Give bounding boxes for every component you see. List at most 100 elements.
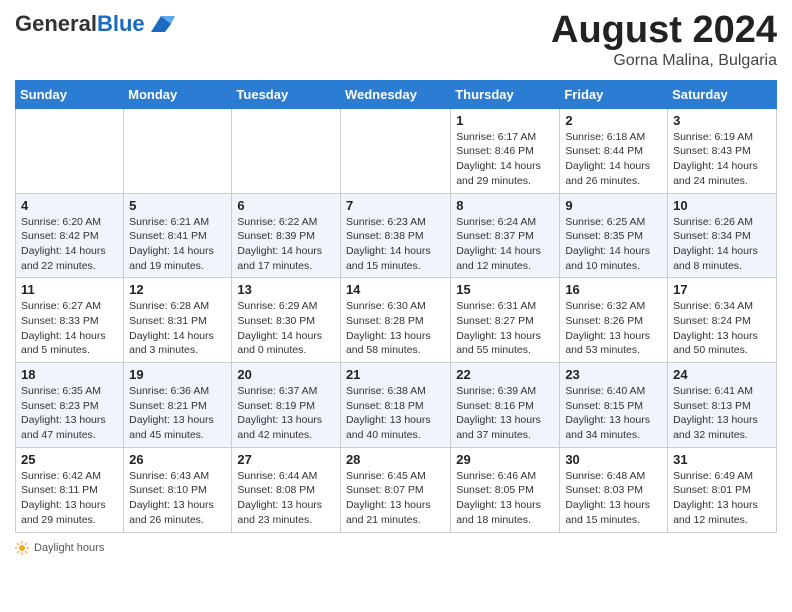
calendar-cell: 9 Sunrise: 6:25 AMSunset: 8:35 PMDaylight… [560, 193, 668, 278]
calendar-cell: 23Sunrise: 6:40 AMSunset: 8:15 PMDayligh… [560, 363, 668, 448]
logo-text: GeneralBlue [15, 12, 145, 36]
day-number: 31 [673, 452, 771, 467]
day-number: 2 [565, 113, 662, 128]
calendar-cell: 27 Sunrise: 6:44 AMSunset: 8:08 PMDayligh… [232, 447, 341, 532]
day-info: Sunrise: 6:31 AMSunset: 8:27 PMDaylight:… [456, 299, 554, 358]
day-number: 22 [456, 367, 554, 382]
day-info: Sunrise: 6:48 AMSunset: 8:03 PMDaylight:… [565, 469, 662, 528]
day-number: 3 [673, 113, 771, 128]
day-info: Sunrise: 6:17 AMSunset: 8:46 PMDaylight:… [456, 130, 554, 189]
day-number: 17 [673, 282, 771, 297]
day-header: Sunday [16, 80, 124, 108]
calendar-cell: 24 Sunrise: 6:41 AMSunset: 8:13 PMDayligh… [668, 363, 777, 448]
calendar-cell [340, 108, 450, 193]
day-number: 18 [21, 367, 118, 382]
calendar-cell: 30 Sunrise: 6:48 AMSunset: 8:03 PMDayligh… [560, 447, 668, 532]
day-number: 26 [129, 452, 226, 467]
day-info: Sunrise: 6:23 AMSunset: 8:38 PMDaylight:… [346, 215, 445, 274]
day-info: Sunrise: 6:34 AMSunset: 8:24 PMDaylight:… [673, 299, 771, 358]
calendar-cell: 19 Sunrise: 6:36 AMSunset: 8:21 PMDayligh… [124, 363, 232, 448]
day-number: 8 [456, 198, 554, 213]
calendar-cell: 12 Sunrise: 6:28 AMSunset: 8:31 PMDayligh… [124, 278, 232, 363]
day-info: Sunrise: 6:42 AMSunset: 8:11 PMDaylight:… [21, 469, 118, 528]
header: GeneralBlue August 2024 Gorna Malina, Bu… [15, 10, 777, 70]
calendar-cell: 1 Sunrise: 6:17 AMSunset: 8:46 PMDaylight… [451, 108, 560, 193]
day-info: Sunrise: 6:29 AMSunset: 8:30 PMDaylight:… [237, 299, 335, 358]
day-number: 9 [565, 198, 662, 213]
calendar-cell: 16 Sunrise: 6:32 AMSunset: 8:26 PMDayligh… [560, 278, 668, 363]
calendar-cell: 14 Sunrise: 6:30 AMSunset: 8:28 PMDayligh… [340, 278, 450, 363]
calendar-cell [232, 108, 341, 193]
day-number: 6 [237, 198, 335, 213]
day-number: 13 [237, 282, 335, 297]
calendar-cell: 26 Sunrise: 6:43 AMSunset: 8:10 PMDayligh… [124, 447, 232, 532]
calendar-cell: 4Sunrise: 6:20 AMSunset: 8:42 PMDaylight… [16, 193, 124, 278]
calendar-cell [124, 108, 232, 193]
day-info: Sunrise: 6:25 AMSunset: 8:35 PMDaylight:… [565, 215, 662, 274]
day-info: Sunrise: 6:20 AMSunset: 8:42 PMDaylight:… [21, 215, 118, 274]
day-info: Sunrise: 6:36 AMSunset: 8:21 PMDaylight:… [129, 384, 226, 443]
day-number: 15 [456, 282, 554, 297]
day-number: 29 [456, 452, 554, 467]
day-info: Sunrise: 6:32 AMSunset: 8:26 PMDaylight:… [565, 299, 662, 358]
calendar-cell: 2 Sunrise: 6:18 AMSunset: 8:44 PMDaylight… [560, 108, 668, 193]
day-info: Sunrise: 6:26 AMSunset: 8:34 PMDaylight:… [673, 215, 771, 274]
day-number: 14 [346, 282, 445, 297]
day-info: Sunrise: 6:28 AMSunset: 8:31 PMDaylight:… [129, 299, 226, 358]
day-info: Sunrise: 6:45 AMSunset: 8:07 PMDaylight:… [346, 469, 445, 528]
day-info: Sunrise: 6:43 AMSunset: 8:10 PMDaylight:… [129, 469, 226, 528]
calendar-cell: 22Sunrise: 6:39 AMSunset: 8:16 PMDayligh… [451, 363, 560, 448]
day-info: Sunrise: 6:46 AMSunset: 8:05 PMDaylight:… [456, 469, 554, 528]
day-number: 10 [673, 198, 771, 213]
logo-icon [147, 10, 175, 38]
calendar-cell: 20Sunrise: 6:37 AMSunset: 8:19 PMDayligh… [232, 363, 341, 448]
day-info: Sunrise: 6:49 AMSunset: 8:01 PMDaylight:… [673, 469, 771, 528]
day-number: 27 [237, 452, 335, 467]
day-number: 24 [673, 367, 771, 382]
day-info: Sunrise: 6:18 AMSunset: 8:44 PMDaylight:… [565, 130, 662, 189]
day-info: Sunrise: 6:21 AMSunset: 8:41 PMDaylight:… [129, 215, 226, 274]
day-info: Sunrise: 6:38 AMSunset: 8:18 PMDaylight:… [346, 384, 445, 443]
day-number: 5 [129, 198, 226, 213]
calendar-cell: 17 Sunrise: 6:34 AMSunset: 8:24 PMDayligh… [668, 278, 777, 363]
sun-icon [15, 541, 29, 555]
day-header: Thursday [451, 80, 560, 108]
day-info: Sunrise: 6:44 AMSunset: 8:08 PMDaylight:… [237, 469, 335, 528]
day-info: Sunrise: 6:41 AMSunset: 8:13 PMDaylight:… [673, 384, 771, 443]
calendar-cell: 18 Sunrise: 6:35 AMSunset: 8:23 PMDayligh… [16, 363, 124, 448]
day-info: Sunrise: 6:35 AMSunset: 8:23 PMDaylight:… [21, 384, 118, 443]
day-number: 25 [21, 452, 118, 467]
day-number: 19 [129, 367, 226, 382]
calendar-cell: 25 Sunrise: 6:42 AMSunset: 8:11 PMDayligh… [16, 447, 124, 532]
day-info: Sunrise: 6:27 AMSunset: 8:33 PMDaylight:… [21, 299, 118, 358]
day-info: Sunrise: 6:19 AMSunset: 8:43 PMDaylight:… [673, 130, 771, 189]
footer: Daylight hours [15, 541, 777, 555]
calendar-cell: 10 Sunrise: 6:26 AMSunset: 8:34 PMDayligh… [668, 193, 777, 278]
calendar-cell: 13 Sunrise: 6:29 AMSunset: 8:30 PMDayligh… [232, 278, 341, 363]
day-number: 23 [565, 367, 662, 382]
daylight-label: Daylight hours [34, 542, 104, 554]
day-number: 7 [346, 198, 445, 213]
calendar-cell: 11Sunrise: 6:27 AMSunset: 8:33 PMDayligh… [16, 278, 124, 363]
day-info: Sunrise: 6:30 AMSunset: 8:28 PMDaylight:… [346, 299, 445, 358]
day-number: 1 [456, 113, 554, 128]
month-year: August 2024 [551, 10, 777, 52]
title-block: August 2024 Gorna Malina, Bulgaria [551, 10, 777, 70]
calendar-cell: 5 Sunrise: 6:21 AMSunset: 8:41 PMDaylight… [124, 193, 232, 278]
calendar-cell: 15 Sunrise: 6:31 AMSunset: 8:27 PMDayligh… [451, 278, 560, 363]
calendar-cell [16, 108, 124, 193]
day-number: 16 [565, 282, 662, 297]
day-number: 28 [346, 452, 445, 467]
calendar-cell: 31 Sunrise: 6:49 AMSunset: 8:01 PMDayligh… [668, 447, 777, 532]
day-header: Wednesday [340, 80, 450, 108]
calendar-cell: 8Sunrise: 6:24 AMSunset: 8:37 PMDaylight… [451, 193, 560, 278]
calendar: SundayMondayTuesdayWednesdayThursdayFrid… [15, 80, 777, 533]
day-number: 12 [129, 282, 226, 297]
day-info: Sunrise: 6:22 AMSunset: 8:39 PMDaylight:… [237, 215, 335, 274]
calendar-cell: 28 Sunrise: 6:45 AMSunset: 8:07 PMDayligh… [340, 447, 450, 532]
day-info: Sunrise: 6:37 AMSunset: 8:19 PMDaylight:… [237, 384, 335, 443]
location: Gorna Malina, Bulgaria [551, 52, 777, 70]
day-number: 30 [565, 452, 662, 467]
calendar-cell: 3 Sunrise: 6:19 AMSunset: 8:43 PMDaylight… [668, 108, 777, 193]
calendar-cell: 29 Sunrise: 6:46 AMSunset: 8:05 PMDayligh… [451, 447, 560, 532]
